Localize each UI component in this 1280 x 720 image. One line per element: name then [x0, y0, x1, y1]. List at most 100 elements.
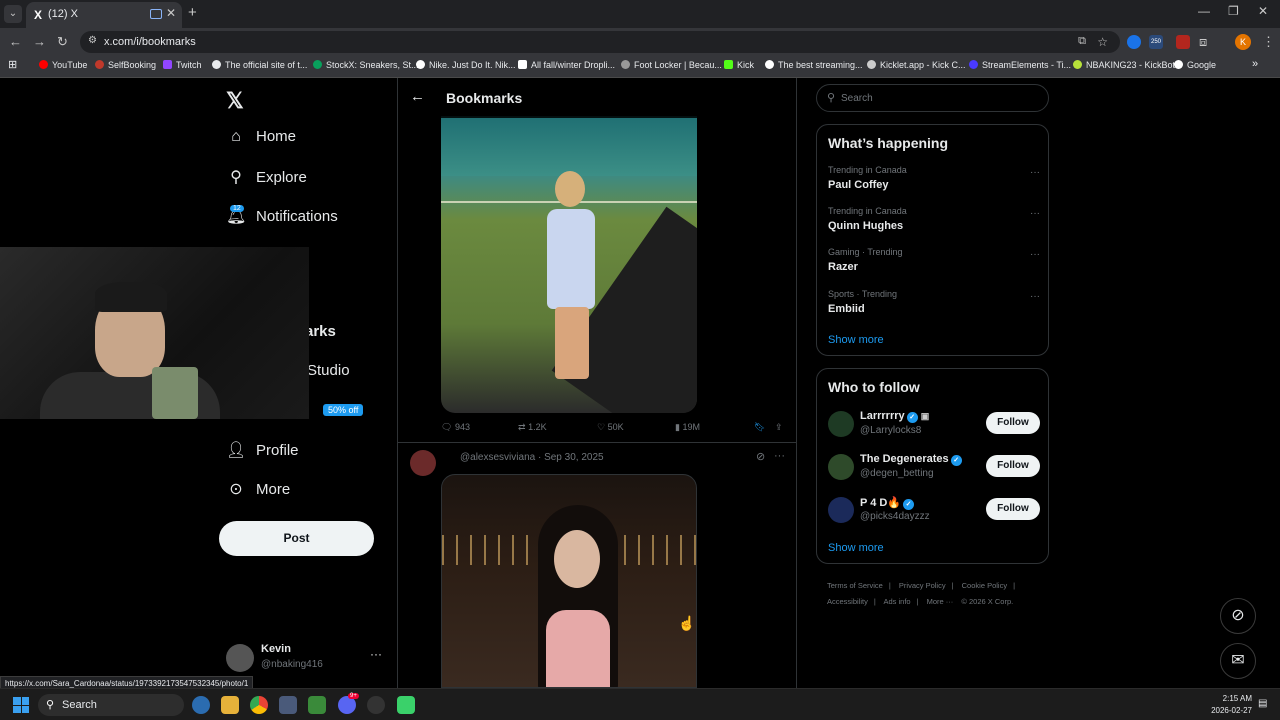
suggestion-handle: @picks4dayzzz: [860, 511, 930, 522]
app-window-icon[interactable]: [279, 696, 297, 714]
bookmark-streamelements[interactable]: StreamElements - Ti...: [969, 60, 1071, 70]
apps-grid-icon[interactable]: ⊞: [8, 58, 17, 71]
trend-item[interactable]: Trending in Canada Paul Coffey ···: [828, 165, 1040, 197]
minecraft-icon[interactable]: [308, 696, 326, 714]
taskbar-search[interactable]: ⚲ Search: [38, 694, 184, 716]
nav-more[interactable]: ⊙ More: [226, 479, 290, 499]
follow-suggestion[interactable]: P 4 D🔥 ✓ @picks4dayzzz Follow: [828, 494, 1040, 528]
avatar[interactable]: [410, 450, 436, 476]
back-icon[interactable]: ←: [9, 34, 22, 49]
bookmark-stockx[interactable]: StockX: Sneakers, St...: [313, 60, 419, 70]
trend-item[interactable]: Sports · Trending Embiid ···: [828, 289, 1040, 321]
file-explorer-icon[interactable]: [221, 696, 239, 714]
follow-button[interactable]: Follow: [986, 498, 1040, 520]
restore-icon[interactable]: ❐: [1228, 4, 1239, 18]
more-dots-icon[interactable]: ···: [1030, 291, 1040, 302]
address-bar[interactable]: ⚙ x.com/i/bookmarks ⧉ ☆: [80, 31, 1120, 53]
account-switcher[interactable]: Kevin @nbaking416 ···: [226, 641, 386, 677]
bookmark-nike[interactable]: Nike. Just Do It. Nik...: [416, 60, 516, 70]
tab-search-menu-icon[interactable]: ⌄: [4, 5, 22, 23]
follow-suggestion[interactable]: The Degenerates ✓ @degen_betting Follow: [828, 451, 1040, 485]
terms-link[interactable]: Terms of Service: [827, 581, 883, 590]
bookmark-footlocker[interactable]: Foot Locker | Becau...: [621, 60, 722, 70]
tab-close-icon[interactable]: ✕: [166, 6, 176, 20]
minimize-icon[interactable]: —: [1198, 4, 1210, 18]
more-dots-icon[interactable]: ···: [1030, 208, 1040, 219]
show-more-follow-link[interactable]: Show more: [828, 542, 884, 554]
follow-button[interactable]: Follow: [986, 412, 1040, 434]
tweet-actions: 🗨︎ 943 ⇄ 1.2K ♡ 50K ▮ 19M 🔖︎ ⇪: [441, 422, 791, 436]
extension-blue-icon[interactable]: [1127, 35, 1141, 49]
close-window-icon[interactable]: ✕: [1258, 4, 1268, 18]
x-logo-icon[interactable]: 𝕏: [226, 88, 244, 114]
follow-suggestion[interactable]: Larrrrrry ✓ ▣ @Larrylocks8 Follow: [828, 408, 1040, 442]
bookmark-official-site[interactable]: The official site of t...: [212, 60, 307, 70]
new-tab-button[interactable]: +: [188, 4, 197, 21]
follow-button[interactable]: Follow: [986, 455, 1040, 477]
grok-icon[interactable]: ⊘: [756, 450, 765, 463]
like-button[interactable]: ♡ 50K: [597, 422, 624, 433]
trend-item[interactable]: Gaming · Trending Razer ···: [828, 247, 1040, 279]
nav-explore[interactable]: ⚲ Explore: [226, 167, 307, 187]
media-playing-icon[interactable]: [150, 9, 162, 19]
more-dots-icon[interactable]: ···: [370, 647, 382, 661]
cookie-link[interactable]: Cookie Policy: [962, 581, 1007, 590]
more-dots-icon[interactable]: ···: [1030, 167, 1040, 178]
nav-bookmarks[interactable]: arks: [305, 323, 336, 340]
profile-avatar-button[interactable]: K: [1235, 34, 1251, 50]
bookmark-google[interactable]: Google: [1174, 60, 1216, 70]
notification-center-icon[interactable]: ▤: [1258, 698, 1267, 709]
game-app-icon[interactable]: [397, 696, 415, 714]
site-info-icon[interactable]: ⚙: [88, 35, 97, 46]
premium-sale-badge[interactable]: 50% off: [323, 404, 364, 416]
more-bookmarks-icon[interactable]: »: [1252, 58, 1258, 70]
bookmark-streaming[interactable]: The best streaming...: [765, 60, 863, 70]
browser-menu-icon[interactable]: ⋮: [1262, 34, 1275, 50]
extension-red-icon[interactable]: [1176, 35, 1190, 49]
share-icon[interactable]: ⇪: [775, 422, 783, 433]
bookmark-kick[interactable]: Kick: [724, 60, 754, 70]
chrome-icon[interactable]: [250, 696, 268, 714]
outlook-icon[interactable]: [192, 696, 210, 714]
privacy-link[interactable]: Privacy Policy: [899, 581, 946, 590]
tweet-photo[interactable]: [441, 116, 697, 413]
nav-profile[interactable]: 👤︎ Profile: [226, 440, 299, 460]
repost-button[interactable]: ⇄ 1.2K: [518, 422, 547, 433]
bookmark-filled-icon[interactable]: 🔖︎: [754, 422, 765, 433]
accessibility-link[interactable]: Accessibility: [827, 597, 868, 606]
bookmark-youtube[interactable]: YouTube: [39, 60, 87, 70]
url-text[interactable]: x.com/i/bookmarks: [104, 36, 196, 48]
reply-button[interactable]: 🗨︎ 943: [441, 422, 470, 433]
bookmark-kicklet[interactable]: Kicklet.app - Kick C...: [867, 60, 966, 70]
views-button[interactable]: ▮ 19M: [675, 422, 700, 433]
extension-counter-icon[interactable]: 250: [1149, 35, 1163, 49]
bookmark-dropli[interactable]: All fall/winter Dropli...: [518, 60, 615, 70]
search-input[interactable]: ⚲ Search: [816, 84, 1049, 112]
tweet-photo[interactable]: [441, 474, 697, 688]
back-arrow-icon[interactable]: ←: [410, 88, 425, 105]
nav-creator-studio[interactable]: Studio: [307, 362, 350, 379]
4k-app-icon[interactable]: [367, 696, 385, 714]
system-clock[interactable]: 2:15 AM 2026-02-27: [1204, 693, 1252, 717]
bookmark-twitch[interactable]: Twitch: [163, 60, 202, 70]
bookmark-star-icon[interactable]: ☆: [1097, 35, 1108, 49]
tweet-author-meta[interactable]: @alexsesviviana · Sep 30, 2025: [460, 452, 604, 463]
windows-start-icon[interactable]: [13, 697, 29, 713]
reload-icon[interactable]: ↻: [57, 34, 68, 50]
messages-fab-icon[interactable]: ✉: [1220, 643, 1256, 679]
bookmark-selfbooking[interactable]: SelfBooking: [95, 60, 156, 70]
more-dots-icon[interactable]: ···: [774, 450, 785, 462]
ads-info-link[interactable]: Ads info: [883, 597, 910, 606]
install-app-icon[interactable]: ⧉: [1078, 35, 1086, 48]
bookmark-kickbot[interactable]: NBAKING23 - KickBot: [1073, 60, 1175, 70]
nav-home[interactable]: ⌂ Home: [226, 128, 296, 146]
grok-fab-icon[interactable]: ⊘: [1220, 598, 1256, 634]
post-button[interactable]: Post: [219, 521, 374, 556]
extensions-puzzle-icon[interactable]: ⧈: [1199, 34, 1207, 50]
more-dots-icon[interactable]: ···: [1030, 249, 1040, 260]
forward-icon[interactable]: →: [33, 34, 46, 49]
active-tab[interactable]: X (12) X ✕: [26, 2, 182, 28]
show-more-trends-link[interactable]: Show more: [828, 334, 884, 346]
more-link[interactable]: More ···: [927, 597, 954, 606]
trend-item[interactable]: Trending in Canada Quinn Hughes ···: [828, 206, 1040, 238]
